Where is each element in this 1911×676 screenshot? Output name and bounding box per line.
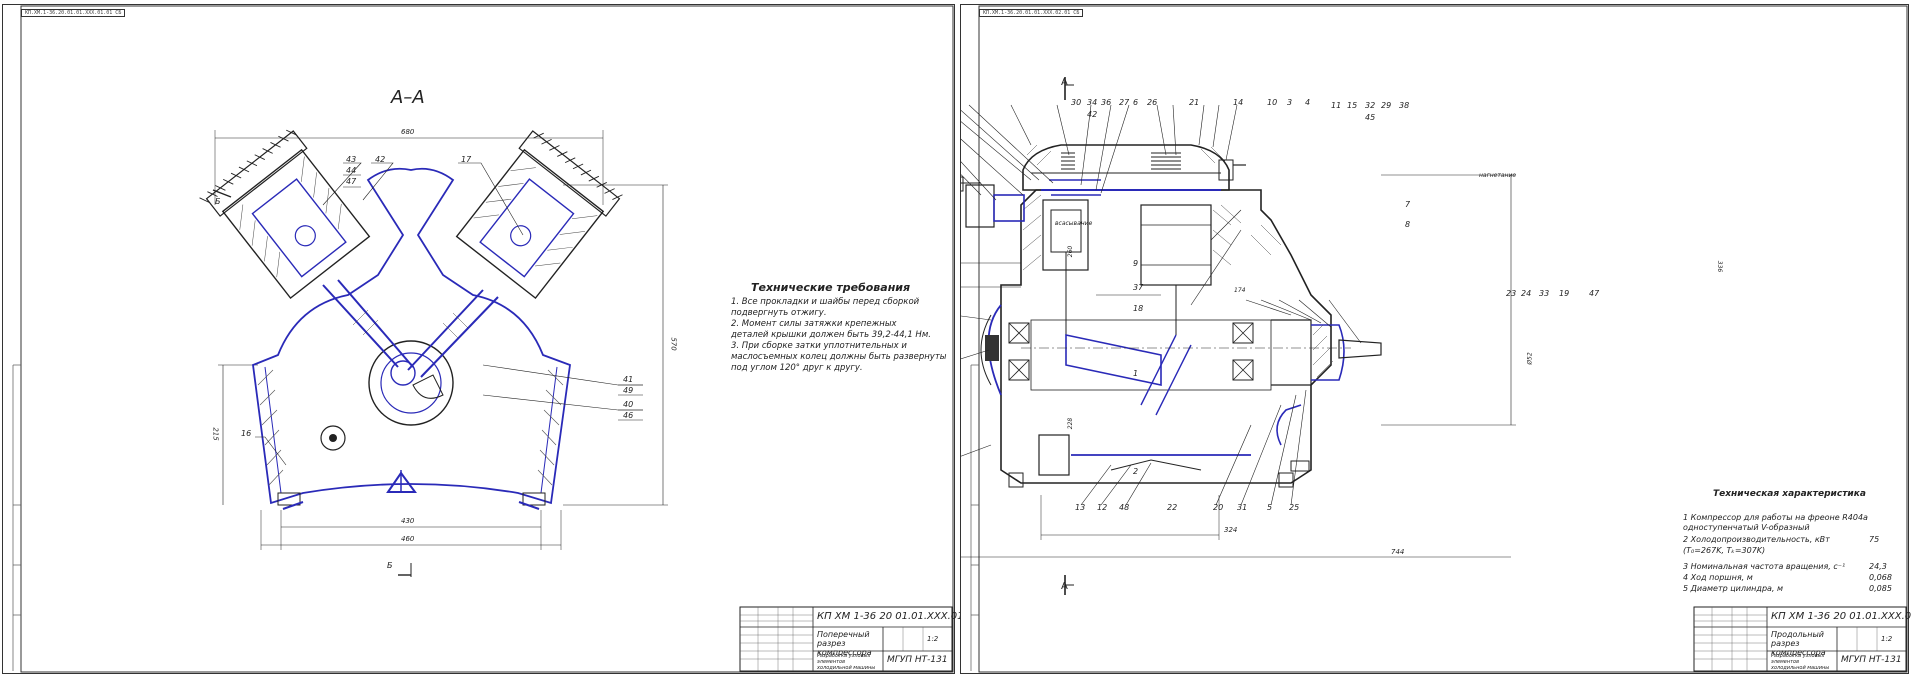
title-block-subtitle: Разработка узловых элементов холодильной… <box>817 653 876 671</box>
dim-height-lower: 228 <box>1067 417 1075 430</box>
callout: 23 <box>1506 289 1517 298</box>
callout: 4 <box>1305 98 1311 107</box>
requirements-title: Технические требования <box>751 281 911 294</box>
characteristics-row: одноступенчатый V-образный <box>1683 523 1810 532</box>
requirements-line: 1. Все прокладки и шайбы перед сборкой <box>731 297 920 307</box>
requirements-line: подвергнуть отжигу. <box>731 308 827 318</box>
characteristics-value: 0,068 <box>1869 573 1892 582</box>
callout: 26 <box>1147 98 1158 107</box>
characteristics-row: 1 Компрессор для работы на фреоне R404a <box>1683 513 1868 522</box>
callout: 36 <box>1101 98 1112 107</box>
section-mark-bottom: Б <box>387 561 393 570</box>
callout: 6 <box>1133 98 1139 107</box>
characteristics-value: 0,085 <box>1869 584 1892 593</box>
callout: 38 <box>1399 101 1410 110</box>
section-mark-top: А <box>1061 77 1068 88</box>
section-mark-bottom: А <box>1061 581 1068 592</box>
callout: 41 <box>623 375 634 384</box>
callout: 46 <box>623 411 634 420</box>
drawing-sheet-cross-section: КП.ХМ.1-36.20.01.01.XXX.01.01 СБ А–А 680… <box>2 4 996 674</box>
callout: 5 <box>1267 503 1273 512</box>
requirements-line: под углом 120° друг к другу. <box>731 363 863 373</box>
callout: 29 <box>1381 101 1392 110</box>
dim-right-height: 336 <box>1716 260 1724 273</box>
callout: 30 <box>1071 98 1082 107</box>
suction-label: всасывание <box>1055 220 1093 227</box>
callout: 1 <box>1133 369 1139 378</box>
callout: 10 <box>1267 98 1278 107</box>
dim-shaft-diameter: Ø52 <box>1526 352 1534 365</box>
dim-width: 680 <box>401 128 415 136</box>
callout: 45 <box>1365 113 1376 122</box>
callout: 17 <box>461 155 472 164</box>
characteristics-value: 24,3 <box>1869 562 1887 571</box>
callout: 33 <box>1539 289 1550 298</box>
callout: 47 <box>346 177 357 186</box>
requirements-line: 3. При сборке затки уплотнительных и <box>731 341 907 351</box>
callout: 20 <box>1213 503 1224 512</box>
requirements-line: 2. Момент силы затяжки крепежных <box>731 319 897 329</box>
callout: 22 <box>1167 503 1178 512</box>
callout: 16 <box>241 429 252 438</box>
title-block-subtitle: Разработка узловых элементов холодильной… <box>1771 653 1830 671</box>
characteristics-row: 2 Холодопроизводительность, кВт <box>1683 535 1830 544</box>
dim-inner: 174 <box>1234 287 1246 294</box>
discharge-label: нагнетание <box>1479 172 1517 179</box>
dim-feet-outer: 460 <box>401 535 415 543</box>
dim-feet-inner: 430 <box>401 517 415 525</box>
characteristics-value: 75 <box>1869 535 1880 544</box>
characteristics-row: 5 Диаметр цилиндра, м <box>1683 584 1784 593</box>
callout: 47 <box>1589 289 1600 298</box>
dim-height-upper: 260 <box>1067 245 1075 258</box>
callout: 19 <box>1559 289 1570 298</box>
characteristics-row: (T₀=267K, Tₖ=307K) <box>1683 546 1766 555</box>
callout: 8 <box>1405 220 1411 229</box>
callout: 18 <box>1133 304 1144 313</box>
requirements-line: деталей крышки должен быть 39,2-44,1 Нм. <box>731 330 931 340</box>
characteristics-row: 3 Номинальная частота вращения, с⁻¹ <box>1683 562 1846 571</box>
callout: 13 <box>1075 503 1086 512</box>
callout: 11 <box>1331 101 1342 110</box>
title-block-org: МГУП НТ-131 <box>1841 655 1902 665</box>
callout: 42 <box>375 155 386 164</box>
dim-side: 215 <box>211 427 220 441</box>
callout: 25 <box>1289 503 1300 512</box>
callout: 2 <box>1133 467 1139 476</box>
callout: 32 <box>1365 101 1376 110</box>
section-title: А–А <box>391 87 425 108</box>
title-block-code: КП ХМ 1-36 20 01.01.XXX.02.01 СБ <box>1771 611 1911 622</box>
callout: 44 <box>346 166 357 175</box>
section-mark-top: Б <box>215 197 221 206</box>
requirements-line: маслосъемных колец должны быть развернут… <box>731 352 947 362</box>
drawing-sheet-longitudinal-section: КП.ХМ.1-36.20.01.01.XXX.02.01 СБ всасыва… <box>960 4 1911 674</box>
callout: 21 <box>1189 98 1200 107</box>
callout: 27 <box>1119 98 1130 107</box>
callout: 48 <box>1119 503 1130 512</box>
title-block-scale: 1:2 <box>1881 635 1893 643</box>
callout: 14 <box>1233 98 1244 107</box>
title-block-scale: 1:2 <box>927 635 939 643</box>
callout: 9 <box>1133 259 1139 268</box>
callout: 7 <box>1405 200 1411 209</box>
callout: 31 <box>1237 503 1248 512</box>
characteristics-row: 4 Ход поршня, м <box>1683 573 1753 582</box>
dim-overall-length: 744 <box>1391 548 1405 556</box>
callout: 12 <box>1097 503 1108 512</box>
dim-feet: 324 <box>1224 526 1238 534</box>
callout: 15 <box>1347 101 1358 110</box>
callout: 37 <box>1133 283 1144 292</box>
callout: 3 <box>1287 98 1293 107</box>
callout: 24 <box>1521 289 1532 298</box>
title-block-org: МГУП НТ-131 <box>887 655 948 665</box>
callout: 49 <box>623 386 634 395</box>
dim-height: 570 <box>669 337 678 351</box>
callout: 34 <box>1087 98 1098 107</box>
characteristics-title: Техническая характеристика <box>1713 489 1866 499</box>
callout: 43 <box>346 155 357 164</box>
callout: 42 <box>1087 110 1098 119</box>
callout: 40 <box>623 400 634 409</box>
